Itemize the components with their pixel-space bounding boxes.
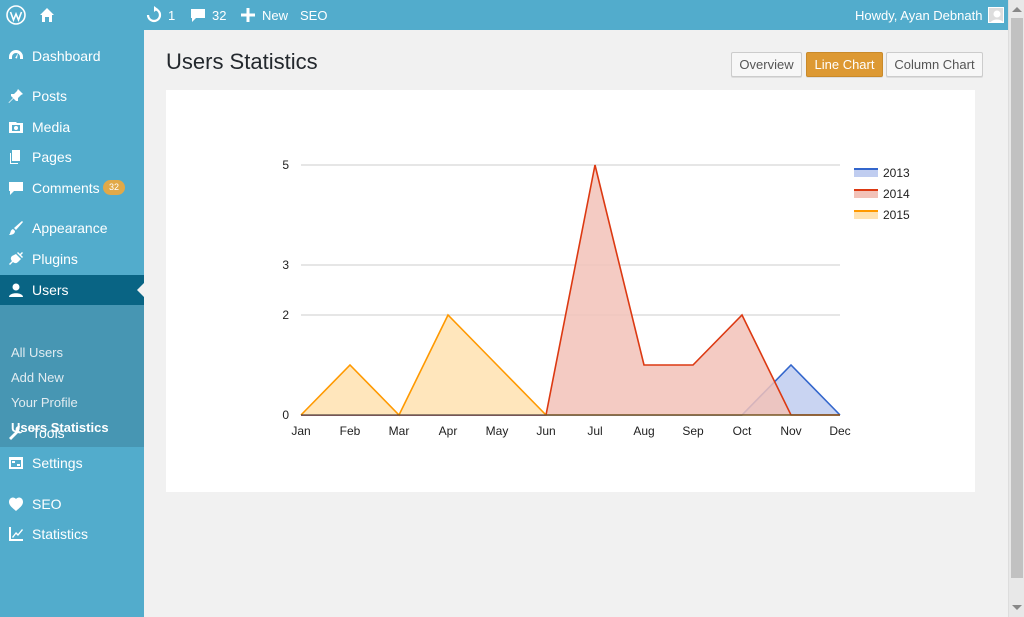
sidebar-item-label: Dashboard <box>32 48 101 64</box>
x-tick-label: Jun <box>536 424 555 438</box>
new-label: New <box>262 7 289 23</box>
new-content-button[interactable]: New <box>241 0 288 30</box>
sidebar-item-appearance[interactable]: Appearance <box>0 213 144 243</box>
sidebar-item-dashboard[interactable]: Dashboard <box>0 41 144 71</box>
sidebar-item-users[interactable]: Users <box>0 275 144 305</box>
x-tick-label: May <box>486 424 509 438</box>
sidebar-item-label: Pages <box>32 149 72 165</box>
comment-icon <box>8 180 24 196</box>
sidebar-item-label: Plugins <box>32 251 78 267</box>
sidebar-item-media[interactable]: Media <box>0 112 144 142</box>
x-tick-label: Mar <box>389 424 410 438</box>
page-title: Users Statistics <box>166 49 318 74</box>
window-scrollbar[interactable] <box>1008 0 1024 617</box>
users-statistics-chart: 0 2 3 5 Jan Feb Mar Apr May Jun Jul Aug Sep Oct Nov Dec… <box>282 158 910 438</box>
seo-menu-button[interactable]: SEO <box>300 0 327 30</box>
seo-label: SEO <box>300 7 328 23</box>
tab-line-chart[interactable]: Line Chart <box>806 52 883 77</box>
legend-swatch <box>854 169 878 177</box>
pin-icon <box>8 88 24 104</box>
legend-swatch <box>854 211 878 219</box>
sidebar-item-statistics[interactable]: Statistics <box>0 519 144 549</box>
y-tick-label: 2 <box>282 308 289 322</box>
sidebar-item-label: Media <box>32 119 71 135</box>
plus-icon <box>241 8 255 22</box>
x-tick-label: Nov <box>780 424 801 438</box>
sidebar-item-settings[interactable]: Settings <box>0 448 144 478</box>
x-tick-label: Jul <box>587 424 602 438</box>
chart-panel: 0 2 3 5 Jan Feb Mar Apr May Jun Jul Aug Sep Oct Nov Dec… <box>166 90 975 492</box>
x-tick-label: Aug <box>633 424 654 438</box>
updates-button[interactable]: 1 <box>145 0 175 30</box>
sidebar-item-comments[interactable]: Comments 32 <box>0 173 144 203</box>
dashboard-icon <box>8 48 24 64</box>
updates-count: 1 <box>168 7 176 23</box>
comment-icon <box>191 9 205 22</box>
y-tick-label: 0 <box>282 408 289 422</box>
sidebar-item-label: Users <box>32 282 69 298</box>
submenu-all-users[interactable]: All Users <box>11 345 63 360</box>
sidebar-item-label: Comments <box>32 180 100 196</box>
comments-count-badge: 32 <box>103 180 126 195</box>
y-tick-label: 5 <box>282 158 289 172</box>
sidebar-item-pages[interactable]: Pages <box>0 142 144 172</box>
pages-icon <box>8 149 24 165</box>
wordpress-logo-icon[interactable] <box>6 0 26 30</box>
y-tick-label: 3 <box>282 258 289 272</box>
x-tick-label: Apr <box>439 424 458 438</box>
x-tick-label: Dec <box>829 424 850 438</box>
sidebar-item-label: Settings <box>32 455 83 471</box>
brush-icon <box>8 220 24 236</box>
legend-label: 2014 <box>883 187 910 201</box>
chart-icon <box>8 526 24 542</box>
user-icon <box>8 282 24 298</box>
submenu-your-profile[interactable]: Your Profile <box>11 395 78 410</box>
wrench-icon <box>8 425 24 441</box>
greeting-text: Howdy, Ayan Debnath <box>855 7 983 23</box>
updates-icon <box>146 6 162 23</box>
comments-button[interactable]: 32 <box>190 0 226 30</box>
avatar <box>988 7 1005 23</box>
x-tick-label: Oct <box>733 424 752 438</box>
sidebar-item-label: SEO <box>32 496 62 512</box>
scroll-thumb[interactable] <box>1011 18 1023 578</box>
sidebar-item-label: Posts <box>32 88 68 104</box>
home-icon[interactable] <box>39 0 55 30</box>
scroll-down-icon[interactable] <box>1012 605 1022 610</box>
legend-label: 2013 <box>883 166 910 180</box>
x-tick-label: Jan <box>291 424 310 438</box>
sidebar-item-posts[interactable]: Posts <box>0 81 144 111</box>
sidebar-item-label: Appearance <box>32 220 108 236</box>
submenu-add-new[interactable]: Add New <box>11 370 64 385</box>
sidebar-item-label: Tools <box>32 425 65 441</box>
sidebar-item-plugins[interactable]: Plugins <box>0 244 144 274</box>
plug-icon <box>8 251 24 267</box>
media-icon <box>8 119 24 135</box>
sidebar-item-label: Statistics <box>32 526 89 542</box>
settings-icon <box>8 455 24 471</box>
seo-icon <box>8 496 24 512</box>
sidebar-item-seo[interactable]: SEO <box>0 489 144 519</box>
sidebar-item-tools[interactable]: Tools <box>0 418 144 448</box>
account-menu[interactable]: Howdy, Ayan Debnath <box>855 0 1005 30</box>
tab-column-chart[interactable]: Column Chart <box>886 52 983 77</box>
x-tick-label: Sep <box>682 424 704 438</box>
legend-swatch <box>854 190 878 198</box>
x-tick-label: Feb <box>340 424 361 438</box>
scroll-up-icon[interactable] <box>1012 7 1022 12</box>
legend-label: 2015 <box>883 208 910 222</box>
tab-overview[interactable]: Overview <box>731 52 802 77</box>
comments-count: 32 <box>212 7 227 23</box>
admin-bar: 1 32 New SEO Howdy, Ayan Debnath <box>0 0 1008 30</box>
